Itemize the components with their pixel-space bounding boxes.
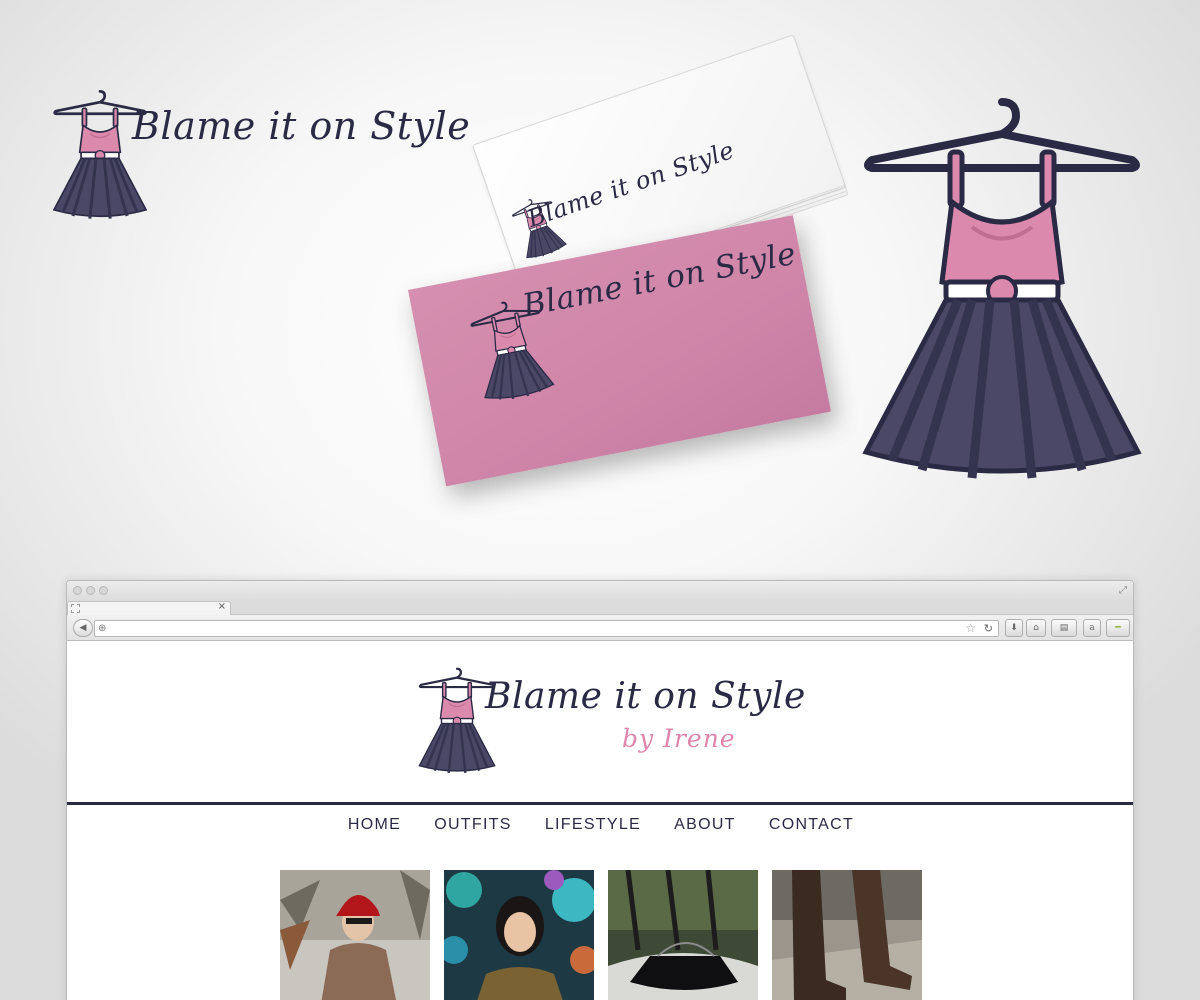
close-window-button[interactable] [73,586,82,595]
logo-wordmark: Blame it on Style [523,135,738,233]
logo-byline: by Irene [622,724,736,753]
red-hat-photo [280,870,430,1000]
card-logo: Blame it on Style [524,136,738,233]
post-thumbnail-red-hat[interactable] [280,870,430,1000]
handbag-photo [608,870,758,1000]
nav-home[interactable]: HOME [348,816,401,834]
post-thumbnail-lights[interactable] [444,870,594,1000]
zoom-window-button[interactable] [99,586,108,595]
logo-showcase: Blame it on Style [50,88,490,228]
nav-outfits[interactable]: OUTFITS [434,816,512,834]
browser-tab[interactable]: × [67,601,231,616]
bookmark-star-icon[interactable]: ☆ [965,621,976,635]
nav-lifestyle[interactable]: LIFESTYLE [545,816,641,834]
post-thumbnail-handbag[interactable] [608,870,758,1000]
main-nav: HOME OUTFITS LIFESTYLE ABOUT CONTACT [67,814,1133,834]
dress-illustration-icon [862,92,1142,482]
home-icon[interactable]: ⌂ [1026,619,1046,637]
bookmarks-icon[interactable]: ▤ [1051,619,1077,637]
site-logo[interactable]: Blame it on Style by Irene [417,662,805,782]
fullscreen-icon[interactable]: ⤢ [1119,585,1127,596]
tab-bar: × [67,601,1133,616]
post-thumbnail-boots[interactable] [772,870,922,1000]
nav-about[interactable]: ABOUT [674,816,736,834]
browser-titlebar: ⤢ [67,581,1133,601]
reload-icon[interactable]: ↻ [984,622,993,635]
globe-icon: ⊕ [98,623,107,634]
post-thumbnails [280,870,930,1000]
lights-photo [444,870,594,1000]
amazon-extension-button[interactable]: a [1083,619,1101,637]
business-card-pink: Blame it on Style [408,215,831,487]
boots-photo [772,870,922,1000]
browser-window: ⤢ × ◀ ⊕ ☆ ↻ ⬇ ⌂ ▤ a ━ Blame it on Style … [66,580,1134,1000]
tab-close-icon[interactable]: × [218,601,226,612]
header-divider [67,802,1133,805]
logo-wordmark: Blame it on Style [132,104,471,148]
address-bar[interactable]: ⊕ ☆ ↻ [94,620,999,637]
logo-wordmark: Blame it on Style [485,676,806,717]
download-icon[interactable]: ⬇ [1005,619,1023,637]
website-content: Blame it on Style by Irene HOME OUTFITS … [67,642,1133,1000]
nav-contact[interactable]: CONTACT [769,816,854,834]
favicon-icon [71,604,80,613]
browser-toolbar: ◀ ⊕ ☆ ↻ ⬇ ⌂ ▤ a ━ [67,615,1133,641]
extension-icon[interactable]: ━ [1106,619,1130,637]
back-button[interactable]: ◀ [73,619,93,637]
minimize-window-button[interactable] [86,586,95,595]
